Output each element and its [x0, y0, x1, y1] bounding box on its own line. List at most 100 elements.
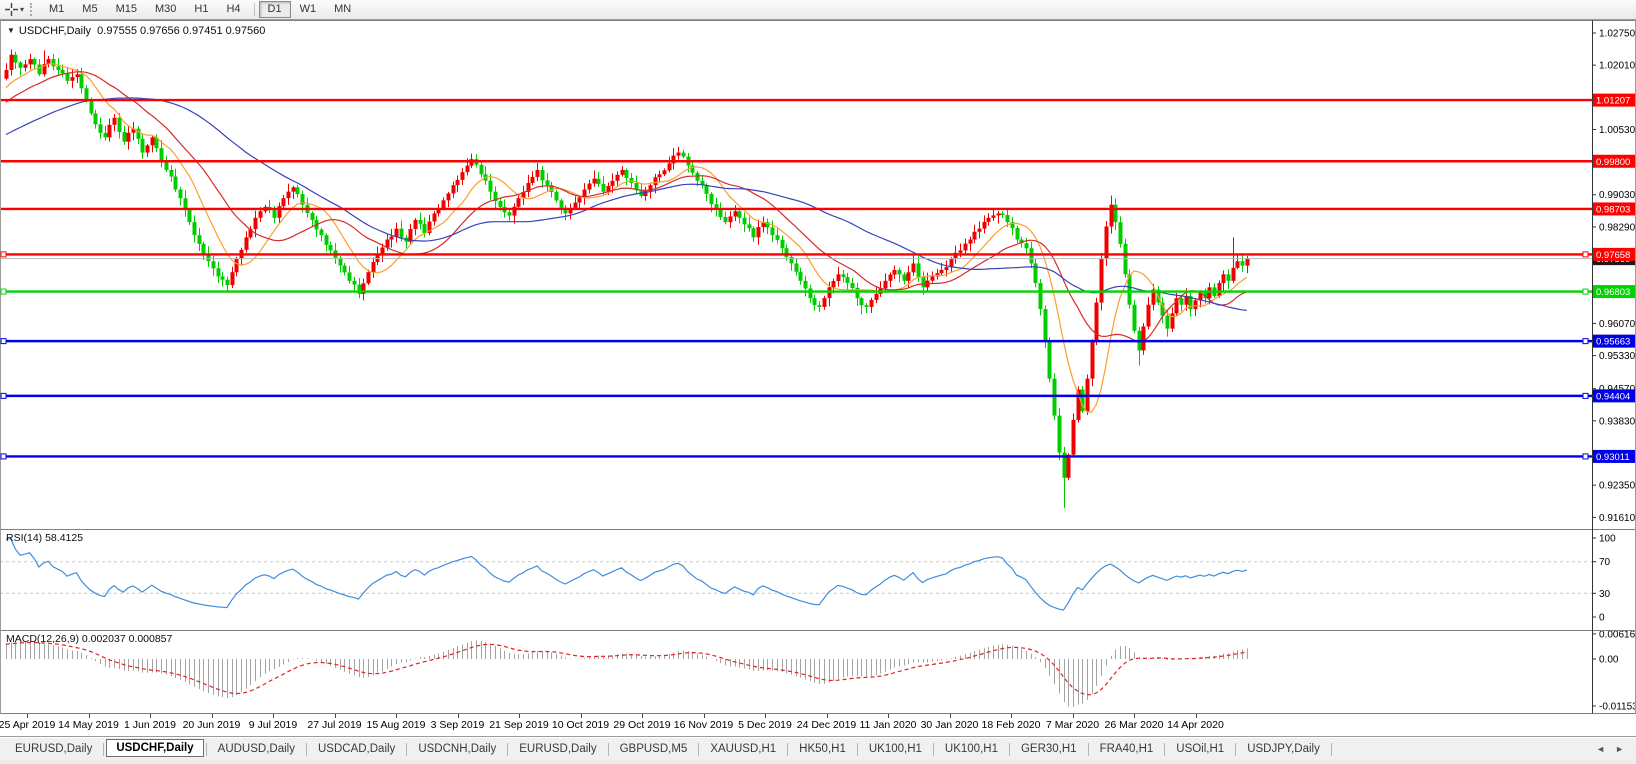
chart-tab-uk100-h1[interactable]: UK100,H1	[936, 740, 1007, 758]
timeframe-button-MN[interactable]: MN	[325, 1, 360, 18]
svg-text:1.01207: 1.01207	[1596, 96, 1630, 107]
time-axis-tick	[1134, 714, 1135, 718]
chart-tab-uk100-h1[interactable]: UK100,H1	[860, 740, 931, 758]
time-axis-label: 16 Nov 2019	[673, 719, 734, 731]
timeframe-button-H4[interactable]: H4	[217, 1, 249, 18]
svg-text:1.02010: 1.02010	[1599, 61, 1636, 72]
svg-text:0: 0	[1599, 613, 1605, 624]
time-axis-tick	[1011, 714, 1012, 718]
svg-text:70: 70	[1599, 557, 1611, 568]
time-axis-tick	[27, 714, 28, 718]
svg-text:0.93830: 0.93830	[1599, 416, 1636, 427]
svg-text:30: 30	[1599, 589, 1611, 600]
chart-tab-usdcad-daily[interactable]: USDCAD,Daily	[309, 740, 404, 758]
time-axis-tick	[1072, 714, 1074, 718]
time-axis-tick	[334, 714, 336, 718]
time-axis-label: 26 Mar 2020	[1104, 719, 1164, 731]
time-axis-label: 7 Mar 2020	[1045, 719, 1100, 731]
chart-tab-usoil-h1[interactable]: USOil,H1	[1167, 740, 1233, 758]
svg-text:0.94404: 0.94404	[1596, 391, 1630, 402]
chart-background	[0, 20, 1636, 714]
svg-text:0.96070: 0.96070	[1599, 319, 1636, 330]
time-axis-label: 18 Feb 2020	[981, 719, 1041, 731]
timeframe-button-M30[interactable]: M30	[146, 1, 185, 18]
time-axis-label: 29 Oct 2019	[613, 719, 671, 731]
svg-text:0.99800: 0.99800	[1596, 157, 1630, 168]
tab-separator	[1164, 742, 1166, 756]
chart-tab-usdjpy-daily[interactable]: USDJPY,Daily	[1238, 740, 1329, 758]
timeframe-button-D1[interactable]: D1	[258, 1, 291, 18]
chart-tab-usdchf-daily[interactable]: USDCHF,Daily	[106, 739, 204, 757]
time-axis-tick	[888, 714, 889, 718]
time-axis-tick	[519, 714, 520, 718]
toolbar-separator	[253, 3, 255, 16]
svg-text:0.97658: 0.97658	[1596, 250, 1630, 261]
time-axis-label: 30 Jan 2020	[920, 719, 979, 731]
crosshair-tool-icon[interactable]	[3, 3, 19, 17]
time-axis-label: 24 Dec 2019	[796, 719, 857, 731]
tool-dropdown-icon[interactable]: ▾	[20, 5, 24, 14]
svg-text:0.98290: 0.98290	[1599, 222, 1636, 233]
chart-tab-hk50-h1[interactable]: HK50,H1	[790, 740, 855, 758]
tab-separator	[205, 742, 207, 756]
timeframe-button-M5[interactable]: M5	[73, 1, 106, 18]
tab-separator	[698, 742, 700, 756]
tab-separator	[1008, 742, 1010, 756]
time-axis-label: 9 Jul 2019	[248, 719, 298, 731]
svg-text:0.006167: 0.006167	[1599, 629, 1636, 640]
time-axis-label: 14 Apr 2020	[1167, 719, 1224, 731]
macd-label: MACD(12,26,9) 0.002037 0.000857	[6, 633, 173, 645]
svg-text:0.96803: 0.96803	[1596, 287, 1630, 298]
time-axis-label: 3 Sep 2019	[430, 719, 485, 731]
svg-text:1.00530: 1.00530	[1599, 125, 1636, 136]
time-axis-tick	[826, 714, 828, 718]
time-axis-tick	[949, 714, 951, 718]
svg-text:0.99030: 0.99030	[1599, 190, 1636, 201]
svg-text:0.93011: 0.93011	[1596, 452, 1630, 463]
timeframe-button-W1[interactable]: W1	[291, 1, 326, 18]
svg-text:0.00: 0.00	[1599, 655, 1619, 666]
chart-tab-xauusd-h1[interactable]: XAUUSD,H1	[701, 740, 785, 758]
svg-text:100: 100	[1599, 534, 1616, 545]
chart-title-ohlc: 0.97555 0.97656 0.97451 0.97560	[97, 25, 266, 37]
symbol-dropdown-icon[interactable]: ▼	[7, 26, 15, 35]
chart-tab-audusd-daily[interactable]: AUDUSD,Daily	[209, 740, 304, 758]
tab-separator	[507, 742, 509, 756]
tab-separator	[856, 742, 858, 756]
tab-separator	[1330, 742, 1332, 756]
time-axis[interactable]: 25 Apr 2019 14 May 2019 1 Jun 2019 20 Jun 2…	[0, 714, 1636, 736]
time-axis-label: 21 Sep 2019	[489, 719, 549, 731]
toolbar-grip[interactable]	[30, 3, 34, 16]
time-axis-label: 20 Jun 2019	[182, 719, 241, 731]
timeframe-button-H1[interactable]: H1	[185, 1, 217, 18]
tabs-scroll-arrows: ◄ ►	[1596, 744, 1636, 754]
time-axis-tick	[273, 714, 274, 718]
timeframe-button-M1[interactable]: M1	[40, 1, 73, 18]
tabs-scroll-left-icon[interactable]: ◄	[1596, 744, 1605, 754]
time-axis-tick	[396, 714, 397, 718]
time-axis-tick	[580, 714, 582, 718]
tabs-scroll-right-icon[interactable]: ►	[1615, 744, 1624, 754]
chart-tab-ger30-h1[interactable]: GER30,H1	[1012, 740, 1086, 758]
time-axis-label: 10 Oct 2019	[551, 719, 610, 731]
svg-text:0.92350: 0.92350	[1599, 481, 1636, 492]
tab-separator	[406, 742, 408, 756]
chart-tabs: EURUSD,Daily USDCHF,Daily AUDUSD,Daily USDC…	[0, 736, 1636, 761]
chart-tab-usdcnh-daily[interactable]: USDCNH,Daily	[409, 740, 505, 758]
time-axis-tick	[211, 714, 213, 718]
svg-text:0.91610: 0.91610	[1599, 513, 1636, 524]
time-axis-tick	[457, 714, 459, 718]
chart-tab-eurusd-daily[interactable]: EURUSD,Daily	[6, 740, 101, 758]
tab-separator	[103, 742, 105, 756]
price-chart-canvas[interactable]: 1.02750 1.02010 1.00530 0.99030 0.98290 0.960…	[0, 0, 1636, 714]
timeframe-button-M15[interactable]: M15	[107, 1, 146, 18]
chart-tab-gbpusd-m5[interactable]: GBPUSD,M5	[611, 740, 697, 758]
chart-tab-fra40-h1[interactable]: FRA40,H1	[1091, 740, 1163, 758]
time-axis-tick	[1195, 714, 1197, 718]
time-axis-tick	[150, 714, 151, 718]
tab-separator	[932, 742, 934, 756]
chart-title-symbol: USDCHF,Daily	[18, 25, 92, 37]
time-axis-tick	[765, 714, 766, 718]
tab-separator	[1235, 742, 1237, 756]
chart-tab-eurusd-daily[interactable]: EURUSD,Daily	[510, 740, 605, 758]
